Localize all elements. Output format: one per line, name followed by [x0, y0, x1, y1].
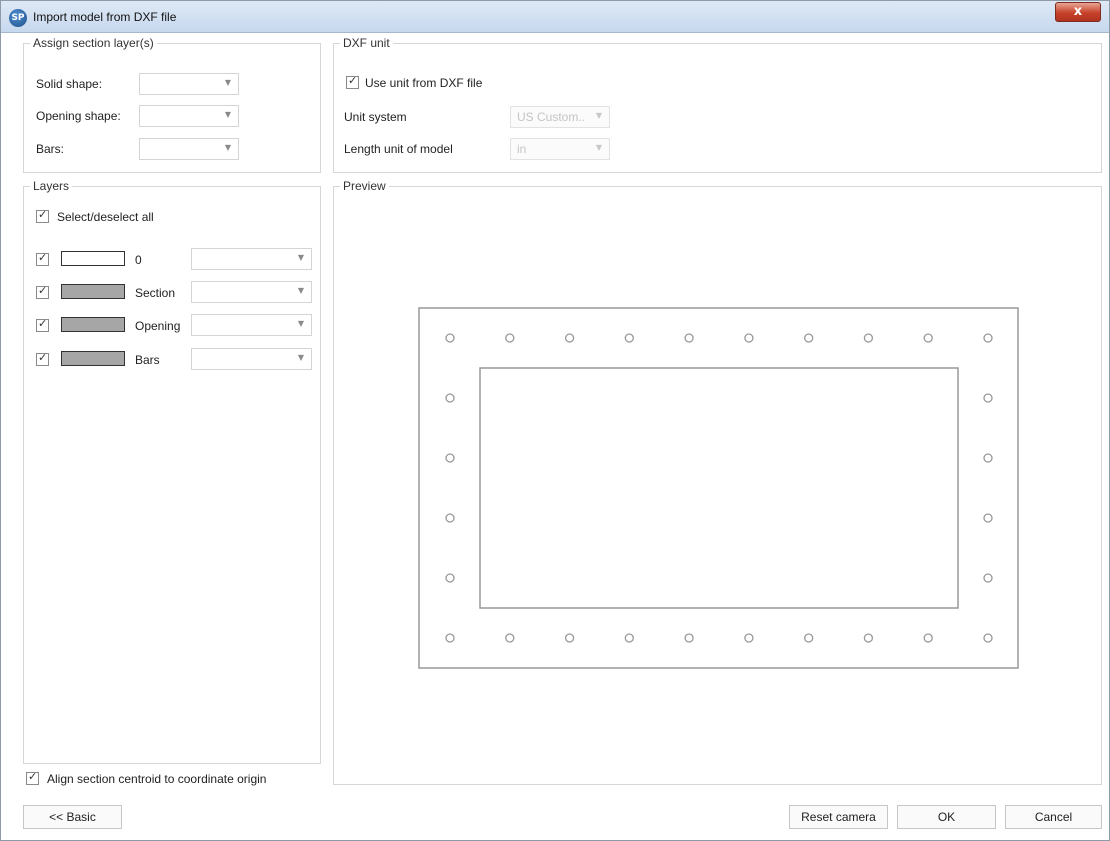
layer-assign-select-section[interactable]: ▼ [191, 281, 312, 303]
chevron-down-icon: ▼ [297, 253, 304, 262]
bar-marker [923, 333, 933, 343]
bar-marker [505, 333, 515, 343]
basic-button[interactable]: << Basic [23, 805, 122, 829]
chevron-down-icon: ▼ [595, 143, 602, 152]
align-centroid-label: Align section centroid to coordinate ori… [47, 772, 267, 786]
reset-camera-button[interactable]: Reset camera [789, 805, 888, 829]
bar-marker [744, 333, 754, 343]
layer-checkbox-section[interactable]: ✓ [36, 284, 49, 299]
bar-marker [445, 513, 455, 523]
layer-color-swatch-bars [61, 351, 125, 366]
cancel-button[interactable]: Cancel [1005, 805, 1102, 829]
check-icon: ✓ [348, 74, 358, 87]
bar-marker [445, 633, 455, 643]
chevron-down-icon: ▼ [595, 111, 602, 120]
solid-shape-select[interactable]: ▼ [139, 73, 239, 95]
bar-marker [863, 633, 874, 643]
bar-marker [983, 333, 993, 343]
layer-checkbox-opening[interactable]: ✓ [36, 317, 49, 332]
length-unit-label: Length unit of model [344, 142, 453, 156]
bar-marker [684, 333, 694, 343]
close-icon: x [1073, 4, 1083, 19]
chevron-down-icon: ▼ [224, 110, 231, 119]
layer-name-0: 0 [135, 253, 142, 267]
bar-marker [983, 393, 993, 403]
bar-marker [983, 513, 993, 523]
bar-marker [983, 573, 993, 583]
check-icon: ✓ [38, 317, 48, 330]
dxf-unit-group: DXF unit ✓ Use unit from DXF file Unit s… [333, 36, 1102, 173]
layer-assign-select-opening[interactable]: ▼ [191, 314, 312, 336]
bar-marker [564, 333, 575, 343]
select-all-label: Select/deselect all [57, 210, 154, 224]
length-unit-select[interactable]: in ▼ [510, 138, 610, 160]
layer-color-swatch-opening [61, 317, 125, 332]
bar-marker [624, 633, 634, 643]
length-unit-value: in [517, 142, 527, 156]
bar-marker [624, 333, 634, 343]
layers-title: Layers [30, 179, 73, 193]
ok-button[interactable]: OK [897, 805, 996, 829]
chevron-down-icon: ▼ [224, 78, 231, 87]
bar-marker [804, 633, 814, 643]
app-logo-icon: SP [9, 9, 27, 27]
layer-name-section: Section [135, 286, 176, 300]
layer-assign-select-bars[interactable]: ▼ [191, 348, 312, 370]
layer-checkbox-0[interactable]: ✓ [36, 251, 49, 266]
bar-marker [684, 633, 694, 643]
layers-group: Layers ✓ Select/deselect all ✓ 0 ▼ ✓ Sec… [23, 179, 321, 764]
check-icon: ✓ [38, 351, 48, 364]
layer-checkbox-bars[interactable]: ✓ [36, 351, 49, 366]
import-dxf-dialog: SP Import model from DXF file x Assign s… [0, 0, 1110, 841]
chevron-down-icon: ▼ [224, 143, 231, 152]
bar-marker [804, 333, 814, 343]
solid-shape-outline [418, 307, 1019, 669]
unit-system-label: Unit system [344, 110, 407, 124]
layer-color-swatch-section [61, 284, 125, 299]
opening-shape-outline [479, 367, 959, 609]
bar-marker [445, 333, 455, 343]
assign-section-title: Assign section layer(s) [30, 36, 157, 50]
window-title: Import model from DXF file [33, 10, 177, 24]
opening-shape-label: Opening shape: [36, 109, 121, 123]
bar-marker [564, 633, 575, 643]
chevron-down-icon: ▼ [297, 353, 304, 362]
bars-select[interactable]: ▼ [139, 138, 239, 160]
align-centroid-checkbox[interactable]: ✓ [26, 770, 39, 785]
select-all-checkbox[interactable]: ✓ [36, 208, 49, 223]
unit-system-select[interactable]: US Custom... ▼ [510, 106, 610, 128]
dxf-unit-title: DXF unit [340, 36, 393, 50]
bar-marker [983, 633, 993, 643]
bars-group [445, 333, 993, 643]
layer-assign-select-0[interactable]: ▼ [191, 248, 312, 270]
bar-marker [445, 573, 455, 583]
bar-marker [505, 633, 515, 643]
preview-canvas[interactable] [334, 187, 1101, 784]
preview-group: Preview [333, 179, 1102, 785]
title-bar[interactable]: SP Import model from DXF file x [1, 1, 1109, 33]
bar-marker [923, 633, 933, 643]
bars-label: Bars: [36, 142, 65, 156]
check-icon: ✓ [38, 251, 48, 264]
layer-color-swatch-0 [61, 251, 125, 266]
use-unit-label: Use unit from DXF file [365, 76, 483, 90]
layer-name-opening: Opening [135, 319, 181, 333]
chevron-down-icon: ▼ [297, 319, 304, 328]
layer-name-bars: Bars [135, 353, 160, 367]
use-unit-checkbox[interactable]: ✓ [346, 74, 359, 89]
bar-marker [983, 453, 993, 463]
bar-marker [445, 393, 455, 403]
opening-shape-select[interactable]: ▼ [139, 105, 239, 127]
bar-marker [744, 633, 754, 643]
chevron-down-icon: ▼ [297, 286, 304, 295]
assign-section-group: Assign section layer(s) Solid shape: ▼ O… [23, 36, 321, 173]
unit-system-value: US Custom... [517, 110, 586, 124]
close-button[interactable]: x [1055, 2, 1101, 22]
check-icon: ✓ [28, 770, 38, 783]
solid-shape-label: Solid shape: [36, 77, 103, 91]
check-icon: ✓ [38, 208, 48, 221]
check-icon: ✓ [38, 284, 48, 297]
bar-marker [445, 453, 455, 463]
bar-marker [863, 333, 874, 343]
